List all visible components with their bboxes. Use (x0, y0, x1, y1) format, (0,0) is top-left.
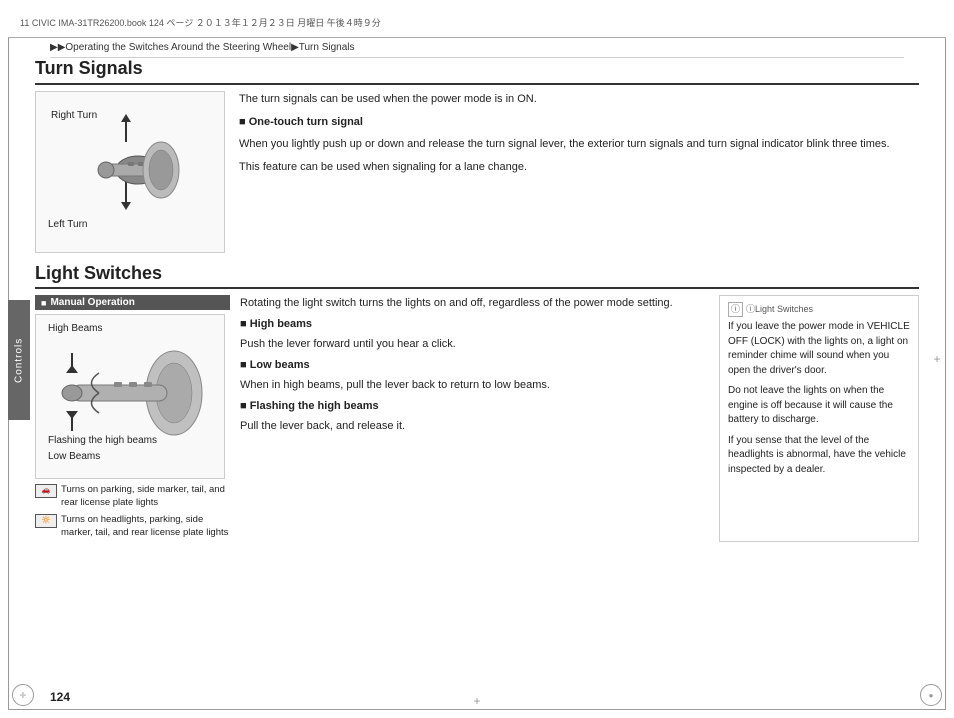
ls-legend-text-1: Turns on parking, side marker, tail, and… (61, 483, 230, 510)
one-touch-heading: ■ One-touch turn signal (239, 114, 919, 131)
note-icon: ⓘ (728, 302, 743, 317)
ls-legend-text-2: Turns on headlights, parking, side marke… (61, 513, 230, 540)
turn-signals-diagram: Right Turn Left Turn (35, 91, 225, 253)
main-content: Turn Signals Right Turn Left Turn (35, 58, 919, 683)
ls-left-panel: Manual Operation High Beams Flashing the… (35, 295, 230, 542)
breadcrumb: ▶▶Operating the Switches Around the Stee… (50, 42, 904, 58)
low-beams-text: When in high beams, pull the lever back … (240, 377, 709, 394)
ls-note-box: ⓘ ⓘLight Switches If you leave the power… (719, 295, 919, 542)
turn-signals-title: Turn Signals (35, 58, 919, 85)
print-header-text: 11 CIVIC IMA-31TR26200.book 124 ページ ２０１３… (20, 16, 381, 29)
high-beams-heading: ■ High beams (240, 316, 709, 333)
note-text-2: Do not leave the lights on when the engi… (728, 384, 910, 428)
low-beams-heading: ■ Low beams (240, 357, 709, 374)
flashing-heading: ■ Flashing the high beams (240, 398, 709, 415)
turn-signals-area: Right Turn Left Turn (35, 91, 919, 253)
sidebar-controls-label: Controls (8, 300, 30, 420)
feature-text: This feature can be used when signaling … (239, 159, 919, 176)
ls-icon-2: 🔆 (35, 514, 57, 528)
print-header: 11 CIVIC IMA-31TR26200.book 124 ページ ２０１３… (8, 8, 946, 38)
manual-op-label: Manual Operation (50, 297, 134, 308)
page-number: 124 (50, 690, 70, 704)
light-switches-content: Manual Operation High Beams Flashing the… (35, 295, 919, 542)
ls-legend-item-1: 🚗 Turns on parking, side marker, tail, a… (35, 483, 230, 510)
one-touch-text: When you lightly push up or down and rel… (239, 136, 919, 153)
flashing-text: Pull the lever back, and release it. (240, 418, 709, 435)
ls-note-title: ⓘ ⓘLight Switches (728, 302, 910, 317)
note-text-1: If you leave the power mode in VEHICLE O… (728, 320, 910, 378)
high-beams-text: Push the lever forward until you hear a … (240, 336, 709, 353)
light-switches-section: Light Switches Manual Operation High Bea… (35, 263, 919, 542)
turn-signal-lever-svg (66, 112, 196, 232)
light-switch-lever-svg (44, 333, 214, 453)
note-text-3: If you sense that the level of the headl… (728, 434, 910, 478)
breadcrumb-text: ▶▶Operating the Switches Around the Stee… (50, 42, 355, 53)
ls-middle-panel: Rotating the light switch turns the ligh… (240, 295, 709, 542)
ls-intro: Rotating the light switch turns the ligh… (240, 295, 709, 312)
light-switches-title: Light Switches (35, 263, 919, 289)
turn-signals-intro: The turn signals can be used when the po… (239, 91, 919, 108)
manual-operation-bar: Manual Operation (35, 295, 230, 310)
ls-diagram-box: High Beams Flashing the high beams Low B… (35, 314, 225, 479)
ls-legend: 🚗 Turns on parking, side marker, tail, a… (35, 483, 230, 539)
ls-legend-item-2: 🔆 Turns on headlights, parking, side mar… (35, 513, 230, 540)
turn-signals-text: The turn signals can be used when the po… (239, 91, 919, 253)
ls-icon-1: 🚗 (35, 484, 57, 498)
